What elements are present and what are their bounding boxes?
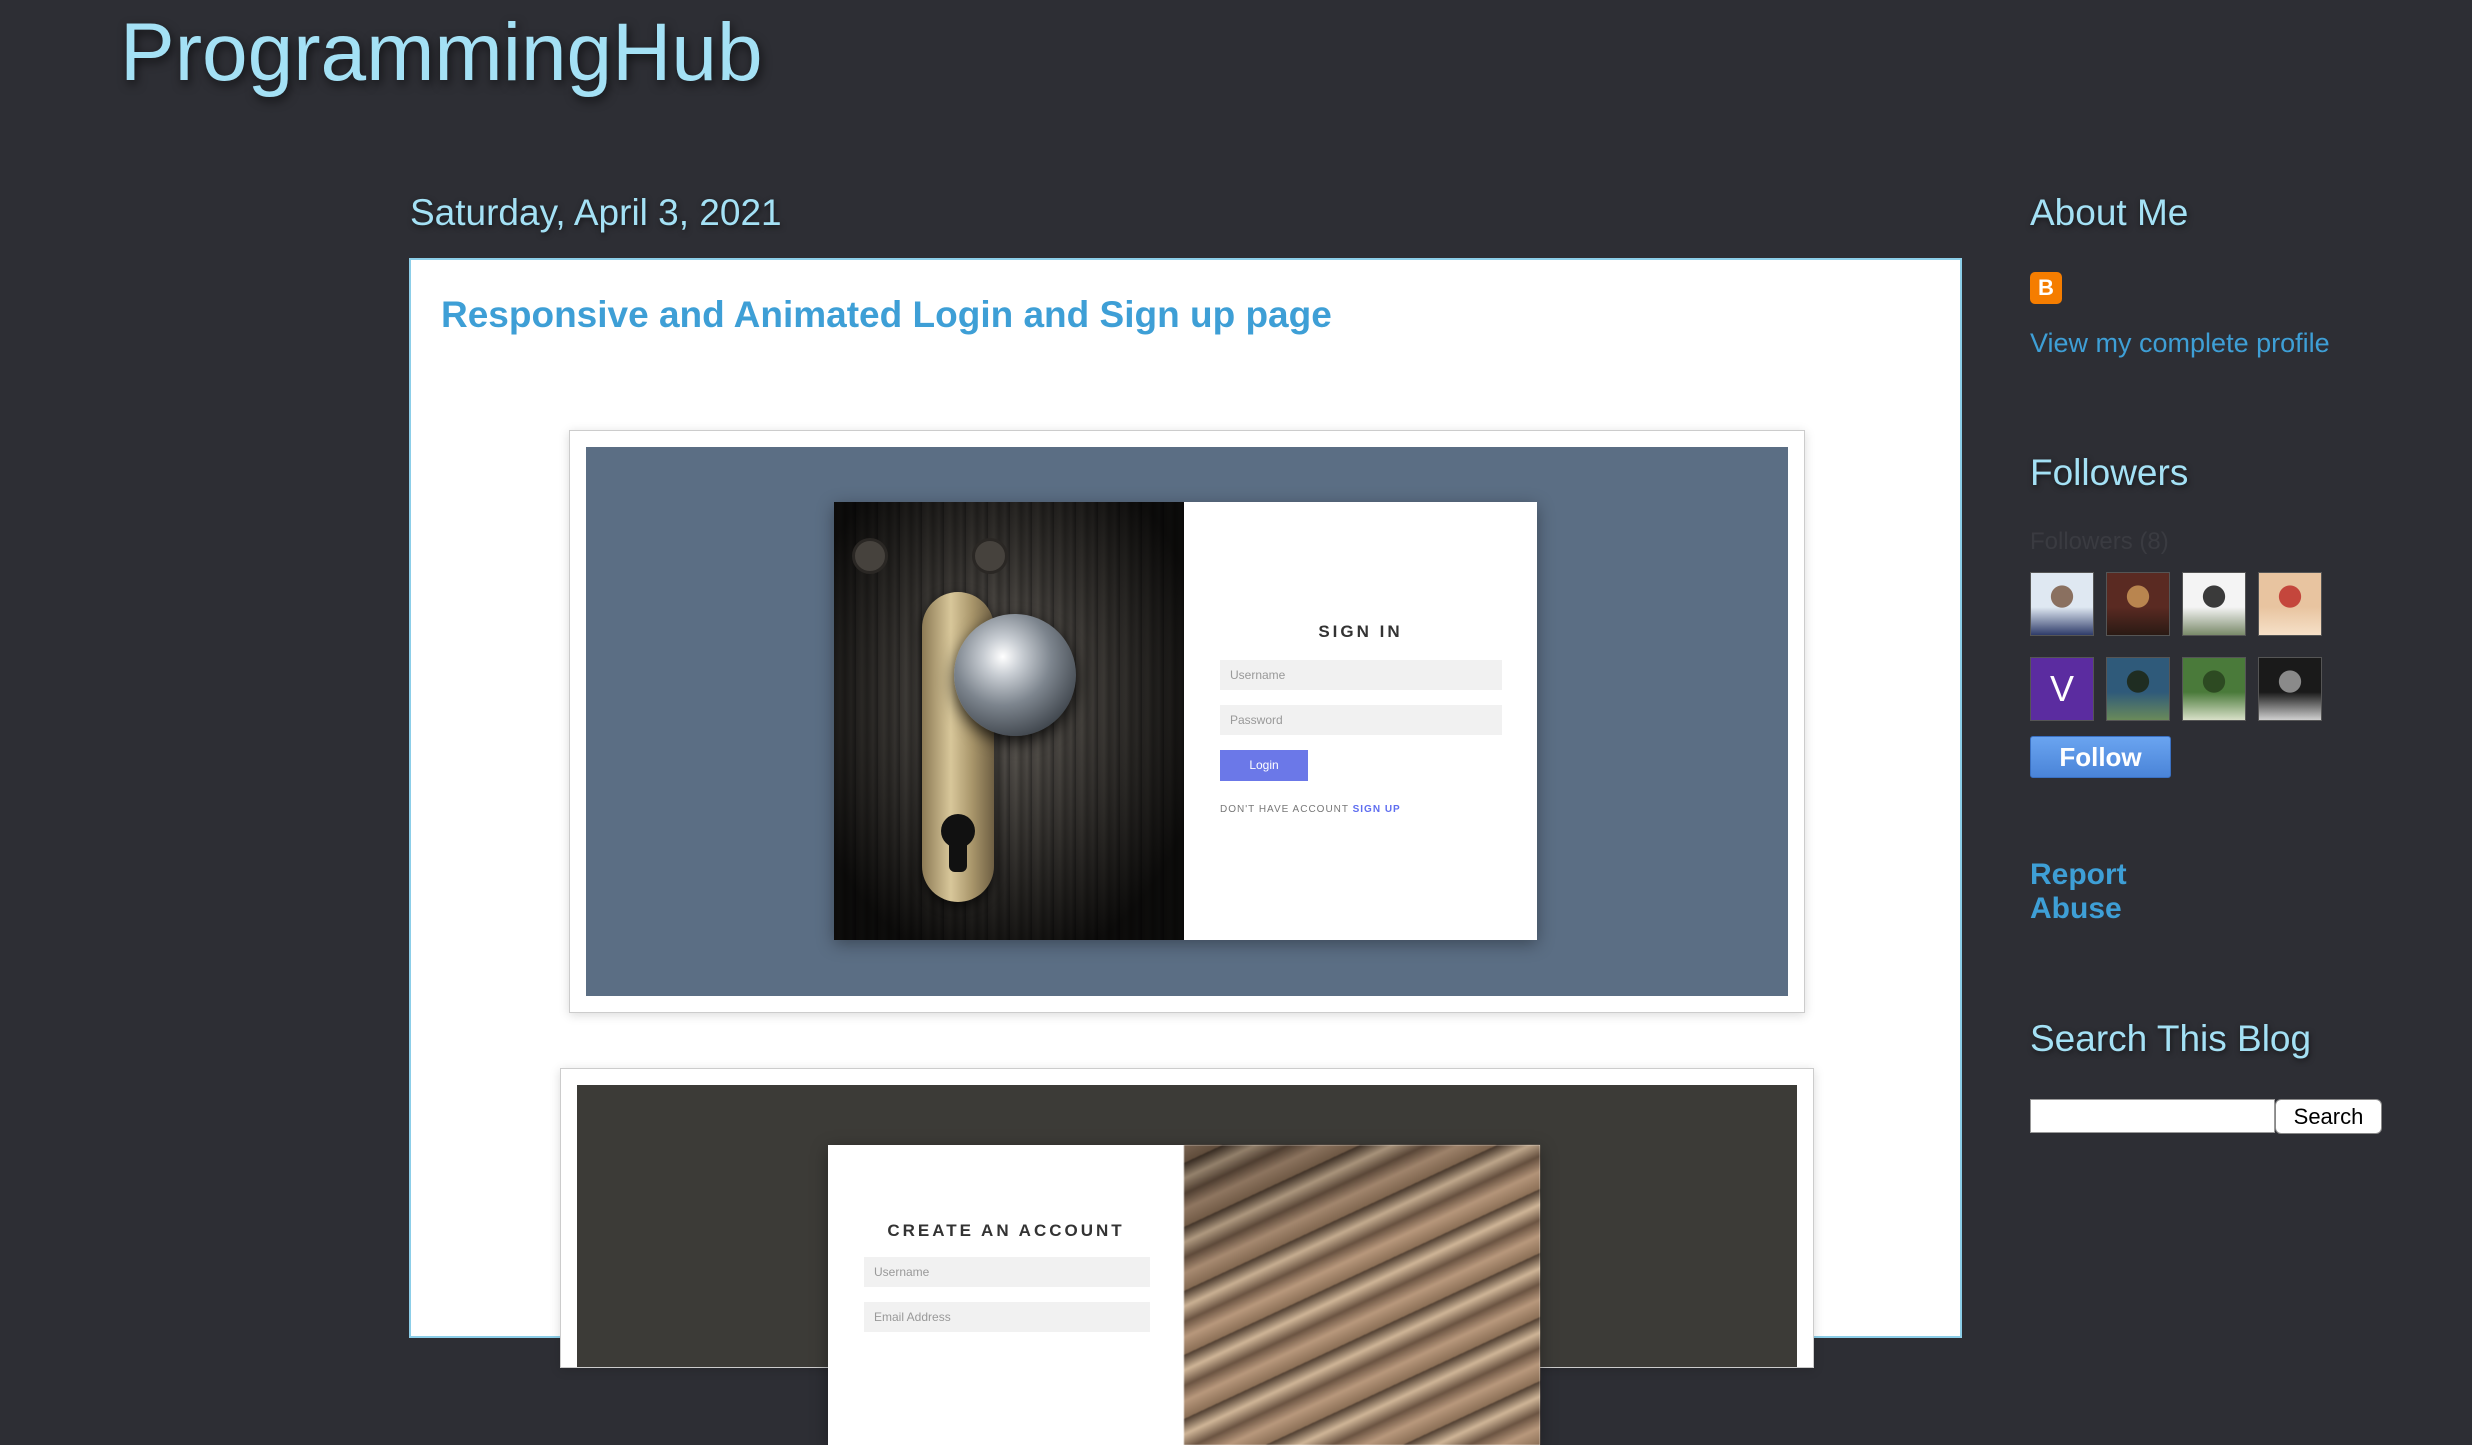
signin-heading: SIGN IN	[1318, 622, 1403, 641]
followers-count: Followers (8)	[2030, 528, 2169, 555]
signin-password-field: Password	[1220, 705, 1502, 735]
follower-avatar[interactable]	[2030, 572, 2094, 636]
screw-icon	[972, 538, 1008, 574]
search-heading: Search This Blog	[2030, 1018, 2312, 1059]
door-photo	[834, 502, 1184, 940]
about-me-heading: About Me	[2030, 192, 2189, 233]
blogger-icon[interactable]: B	[2030, 272, 2062, 304]
keyhole-slot	[949, 834, 967, 872]
signup-link: SIGN UP	[1352, 804, 1401, 815]
signin-username-field: Username	[1220, 660, 1502, 690]
signin-image-background: SIGN IN Username Password Login DON'T HA…	[586, 447, 1788, 996]
blog-title[interactable]: ProgrammingHub	[120, 4, 763, 102]
follower-avatar[interactable]	[2182, 572, 2246, 636]
post-title-link[interactable]: Responsive and Animated Login and Sign u…	[441, 294, 1332, 336]
search-input[interactable]	[2030, 1099, 2275, 1133]
post-image-signin[interactable]: SIGN IN Username Password Login DON'T HA…	[569, 430, 1805, 1013]
signin-login-button: Login	[1220, 750, 1308, 781]
report-abuse-link[interactable]: Report Abuse	[2030, 858, 2150, 926]
followers-heading: Followers	[2030, 452, 2189, 493]
signup-card: CREATE AN ACCOUNT Username Email Address	[828, 1145, 1540, 1445]
tools-photo	[1184, 1145, 1540, 1445]
follow-button[interactable]: Follow	[2030, 736, 2171, 778]
signin-account-prompt: DON'T HAVE ACCOUNT SIGN UP	[1220, 804, 1401, 815]
signin-card: SIGN IN Username Password Login DON'T HA…	[834, 502, 1537, 940]
create-account-panel: CREATE AN ACCOUNT Username Email Address	[828, 1145, 1184, 1445]
door-knob	[954, 614, 1076, 736]
follower-avatar[interactable]	[2106, 572, 2170, 636]
signin-panel: SIGN IN Username Password Login DON'T HA…	[1184, 502, 1537, 940]
follower-avatar[interactable]	[2258, 572, 2322, 636]
post-container: Responsive and Animated Login and Sign u…	[409, 258, 1962, 1445]
create-account-heading: CREATE AN ACCOUNT	[887, 1221, 1125, 1240]
create-email-field: Email Address	[864, 1302, 1150, 1332]
view-profile-link[interactable]: View my complete profile	[2030, 328, 2330, 359]
account-prompt-text: DON'T HAVE ACCOUNT	[1220, 804, 1349, 815]
follower-avatar[interactable]: V	[2030, 657, 2094, 721]
create-username-field: Username	[864, 1257, 1150, 1287]
post-date: Saturday, April 3, 2021	[410, 192, 782, 233]
screw-icon	[852, 538, 888, 574]
follower-avatar[interactable]	[2106, 657, 2170, 721]
follower-avatar[interactable]	[2182, 657, 2246, 721]
search-button[interactable]: Search	[2275, 1099, 2382, 1134]
signup-image-background: CREATE AN ACCOUNT Username Email Address	[577, 1085, 1797, 1445]
follower-avatar[interactable]	[2258, 657, 2322, 721]
post-image-signup[interactable]: CREATE AN ACCOUNT Username Email Address	[560, 1068, 1814, 1445]
